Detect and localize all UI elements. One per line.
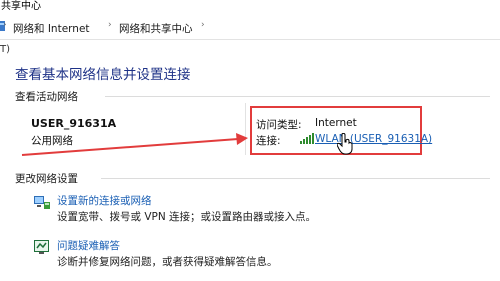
troubleshoot-problems-link[interactable]: 问题疑难解答 bbox=[57, 238, 120, 253]
active-networks-label: 查看活动网络 bbox=[15, 91, 78, 103]
setup-connection-desc: 设置宽带、拨号或 VPN 连接；或设置路由器或接入点。 bbox=[57, 211, 317, 223]
wifi-signal-icon bbox=[300, 133, 314, 144]
change-settings-label: 更改网络设置 bbox=[15, 173, 78, 185]
breadcrumb-separator: › bbox=[108, 20, 112, 30]
section-divider bbox=[101, 178, 490, 179]
column-divider bbox=[245, 103, 246, 155]
network-name: USER_91631A bbox=[31, 117, 117, 130]
hand-cursor-icon bbox=[337, 133, 353, 155]
breadcrumb-network-internet[interactable]: 网络和 Internet bbox=[13, 21, 90, 36]
menu-fragment[interactable]: T) bbox=[0, 44, 10, 55]
network-type: 公用网络 bbox=[31, 135, 73, 147]
wlan-connection-link[interactable]: WLAN (USER_91631A) bbox=[315, 133, 432, 145]
breadcrumb-sharing-center[interactable]: 网络和共享中心 bbox=[119, 21, 193, 36]
troubleshoot-desc: 诊断并修复网络问题，或者获得疑难解答信息。 bbox=[57, 256, 278, 268]
setup-new-connection-link[interactable]: 设置新的连接或网络 bbox=[57, 193, 152, 208]
network-setup-icon bbox=[34, 196, 50, 209]
page-title: 查看基本网络信息并设置连接 bbox=[15, 67, 191, 83]
access-type-label: 访问类型: bbox=[256, 119, 302, 131]
section-divider bbox=[105, 96, 490, 97]
troubleshoot-icon bbox=[34, 240, 49, 254]
address-bar[interactable]: › 网络和 Internet › 网络和共享中心 › bbox=[0, 13, 500, 40]
connections-label: 连接: bbox=[256, 135, 281, 147]
breadcrumb-separator: › bbox=[3, 20, 7, 30]
breadcrumb-separator: › bbox=[201, 20, 205, 30]
access-type-value: Internet bbox=[315, 117, 357, 129]
window-title: 共享中心 bbox=[1, 1, 41, 12]
